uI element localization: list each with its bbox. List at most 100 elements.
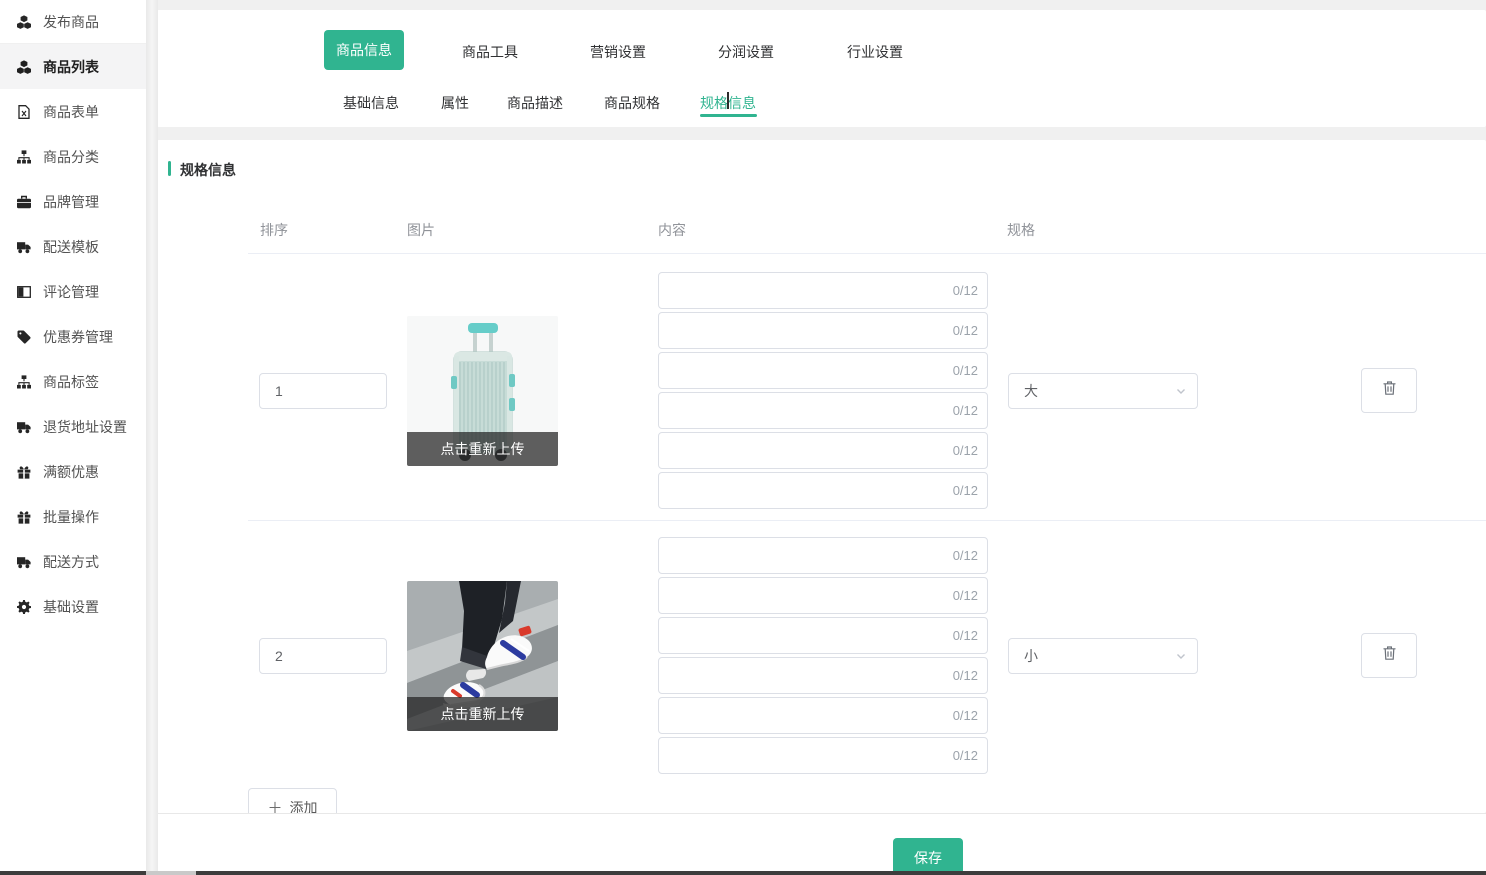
subtab-basic-info[interactable]: 基础信息 <box>343 93 399 113</box>
char-counter: 0/12 <box>953 708 987 723</box>
sidebar-item-label: 商品表单 <box>43 102 99 122</box>
content-input-row1-4[interactable]: 0/12 <box>658 392 988 429</box>
content-field[interactable] <box>659 313 953 348</box>
content-input-row2-2[interactable]: 0/12 <box>658 577 988 614</box>
trash-icon <box>1382 380 1397 401</box>
delete-row1-button[interactable] <box>1361 368 1417 413</box>
subtab-product-description[interactable]: 商品描述 <box>507 93 563 113</box>
spec-select-row1[interactable]: 大 <box>1008 373 1198 409</box>
sidebar-item-label: 退货地址设置 <box>43 417 127 437</box>
char-counter: 0/12 <box>953 363 987 378</box>
sidebar-item-product-tags[interactable]: 商品标签 <box>0 359 146 404</box>
selected-spec: 大 <box>1009 381 1175 401</box>
tab-product-info[interactable]: 商品信息 <box>324 30 404 70</box>
sort-input-row2[interactable] <box>259 638 387 674</box>
content-field[interactable] <box>659 393 953 428</box>
content-input-row1-1[interactable]: 0/12 <box>658 272 988 309</box>
content-field[interactable] <box>659 273 953 308</box>
sitemap-icon <box>16 150 32 164</box>
sort-input-row1[interactable] <box>259 373 387 409</box>
sidebar-item-label: 商品标签 <box>43 372 99 392</box>
column-header-spec: 规格 <box>1007 220 1035 240</box>
truck-icon <box>16 240 32 254</box>
content-field[interactable] <box>659 698 953 733</box>
char-counter: 0/12 <box>953 403 987 418</box>
content-field[interactable] <box>659 618 953 653</box>
tab-marketing-settings[interactable]: 营销设置 <box>590 42 646 62</box>
chevron-down-icon <box>1175 385 1197 397</box>
content-input-row1-5[interactable]: 0/12 <box>658 432 988 469</box>
sidebar-item-label: 优惠券管理 <box>43 327 113 347</box>
char-counter: 0/12 <box>953 443 987 458</box>
tag-icon <box>16 330 32 344</box>
sidebar-item-batch-operations[interactable]: 批量操作 <box>0 494 146 539</box>
truck-icon <box>16 420 32 434</box>
content-input-row2-6[interactable]: 0/12 <box>658 737 988 774</box>
save-button[interactable]: 保存 <box>893 838 963 875</box>
sidebar-scrollbar[interactable] <box>146 0 158 871</box>
content-input-row1-6[interactable]: 0/12 <box>658 472 988 509</box>
column-header-content: 内容 <box>658 220 686 240</box>
chevron-down-icon <box>1175 650 1197 662</box>
selected-spec: 小 <box>1009 646 1175 666</box>
reupload-overlay: 点击重新上传 <box>407 432 558 466</box>
section-title: 规格信息 <box>180 160 236 180</box>
char-counter: 0/12 <box>953 548 987 563</box>
horizontal-scrollbar-thumb[interactable] <box>146 871 196 875</box>
content-input-row1-2[interactable]: 0/12 <box>658 312 988 349</box>
footer-bar <box>158 813 1486 871</box>
spec-image-upload-row1[interactable]: 点击重新上传 <box>407 316 558 466</box>
tab-industry-settings[interactable]: 行业设置 <box>847 42 903 62</box>
content-field[interactable] <box>659 658 953 693</box>
sidebar: 发布商品 商品列表 商品表单 商品分类 品牌管理 配送模板 评论管理 优惠券管 <box>0 0 146 875</box>
sidebar-item-brand-management[interactable]: 品牌管理 <box>0 179 146 224</box>
content-field[interactable] <box>659 578 953 613</box>
sidebar-item-label: 评论管理 <box>43 282 99 302</box>
cubes-icon <box>16 15 32 29</box>
sidebar-item-coupon-management[interactable]: 优惠券管理 <box>0 314 146 359</box>
horizontal-scrollbar[interactable] <box>0 871 1486 875</box>
content-input-row1-3[interactable]: 0/12 <box>658 352 988 389</box>
char-counter: 0/12 <box>953 748 987 763</box>
sort-field[interactable] <box>260 639 386 673</box>
gift-icon <box>16 510 32 524</box>
sidebar-item-basic-settings[interactable]: 基础设置 <box>0 584 146 629</box>
sort-field[interactable] <box>260 374 386 408</box>
file-excel-icon <box>16 105 32 119</box>
sidebar-item-product-form[interactable]: 商品表单 <box>0 89 146 134</box>
content-field[interactable] <box>659 353 953 388</box>
briefcase-icon <box>16 195 32 209</box>
content-input-row2-5[interactable]: 0/12 <box>658 697 988 734</box>
tab-label: 商品信息 <box>336 40 392 60</box>
content-field[interactable] <box>659 538 953 573</box>
spec-image-upload-row2[interactable]: 点击重新上传 <box>407 581 558 731</box>
sidebar-item-return-address-settings[interactable]: 退货地址设置 <box>0 404 146 449</box>
content-input-row2-3[interactable]: 0/12 <box>658 617 988 654</box>
content-field[interactable] <box>659 473 953 508</box>
char-counter: 0/12 <box>953 668 987 683</box>
sidebar-item-label: 批量操作 <box>43 507 99 527</box>
sidebar-item-product-list[interactable]: 商品列表 <box>0 44 146 89</box>
sidebar-item-full-amount-discount[interactable]: 满额优惠 <box>0 449 146 494</box>
char-counter: 0/12 <box>953 283 987 298</box>
content-field[interactable] <box>659 433 953 468</box>
delete-row2-button[interactable] <box>1361 633 1417 678</box>
spec-select-row2[interactable]: 小 <box>1008 638 1198 674</box>
sidebar-item-comment-management[interactable]: 评论管理 <box>0 269 146 314</box>
subtab-product-spec[interactable]: 商品规格 <box>604 93 660 113</box>
sidebar-item-label: 商品分类 <box>43 147 99 167</box>
char-counter: 0/12 <box>953 483 987 498</box>
sidebar-item-delivery-method[interactable]: 配送方式 <box>0 539 146 584</box>
tabs-card: 商品信息 商品工具 营销设置 分润设置 行业设置 基础信息 属性 商品描述 商品… <box>157 10 1486 127</box>
sidebar-item-delivery-template[interactable]: 配送模板 <box>0 224 146 269</box>
content-input-row2-4[interactable]: 0/12 <box>658 657 988 694</box>
sidebar-item-product-category[interactable]: 商品分类 <box>0 134 146 179</box>
subtab-attributes[interactable]: 属性 <box>441 93 469 113</box>
sidebar-item-publish-product[interactable]: 发布商品 <box>0 0 146 44</box>
content-field[interactable] <box>659 738 953 773</box>
truck-icon <box>16 555 32 569</box>
tab-profit-settings[interactable]: 分润设置 <box>718 42 774 62</box>
section-accent-bar <box>168 161 171 176</box>
tab-product-tools[interactable]: 商品工具 <box>462 42 518 62</box>
content-input-row2-1[interactable]: 0/12 <box>658 537 988 574</box>
